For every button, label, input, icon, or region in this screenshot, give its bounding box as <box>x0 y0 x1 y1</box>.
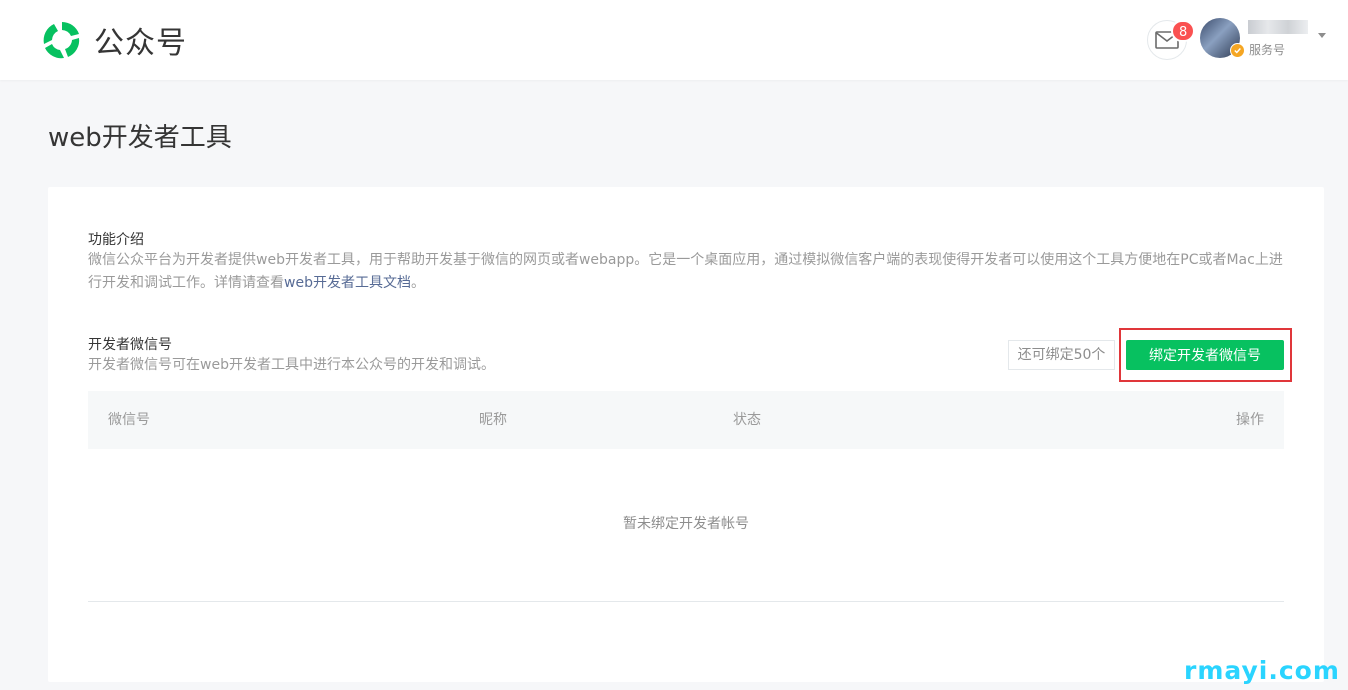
empty-state: 暂未绑定开发者帐号 <box>623 516 749 532</box>
intro-description: 微信公众平台为开发者提供web开发者工具，用于帮助开发基于微信的网页或者weba… <box>88 249 1288 295</box>
account-type: 服务号 <box>1249 43 1286 57</box>
notification-badge: 8 <box>1171 20 1196 42</box>
top-header: 公众号 8 服务号 <box>0 0 1348 80</box>
developer-section-title: 开发者微信号 <box>88 337 172 353</box>
table-header: 微信号 昵称 状态 操作 <box>88 391 1284 449</box>
main-card: 功能介绍 微信公众平台为开发者提供web开发者工具，用于帮助开发基于微信的网页或… <box>48 187 1324 682</box>
watermark: rmayi.com <box>1184 656 1340 685</box>
column-nickname: 昵称 <box>479 412 507 428</box>
brand-name: 公众号 <box>94 26 187 61</box>
intro-desc-suffix: 。 <box>410 275 425 291</box>
column-status: 状态 <box>733 412 761 428</box>
page-title: web开发者工具 <box>48 123 232 153</box>
developer-section-desc: 开发者微信号可在web开发者工具中进行本公众号的开发和调试。 <box>88 357 495 373</box>
intro-title: 功能介绍 <box>88 232 144 248</box>
verified-badge-icon <box>1230 43 1245 58</box>
wechat-official-account-logo-icon <box>43 21 80 59</box>
highlight-box <box>1119 328 1292 382</box>
account-name-blurred[interactable] <box>1248 20 1308 34</box>
table-divider <box>88 601 1284 602</box>
intro-desc-prefix: 行开发和调试工作。详情请查看 <box>88 275 284 291</box>
column-wechat-id: 微信号 <box>108 412 150 428</box>
intro-desc-line1: 微信公众平台为开发者提供web开发者工具，用于帮助开发基于微信的网页或者weba… <box>88 252 1283 268</box>
doc-link[interactable]: web开发者工具文档 <box>284 275 411 291</box>
intro-desc-line2: 行开发和调试工作。详情请查看web开发者工具文档。 <box>88 272 1288 295</box>
column-actions: 操作 <box>1236 412 1264 428</box>
brand-logo[interactable]: 公众号 <box>40 18 187 62</box>
caret-down-icon[interactable] <box>1318 33 1326 38</box>
bind-quota: 还可绑定50个 <box>1008 340 1115 370</box>
